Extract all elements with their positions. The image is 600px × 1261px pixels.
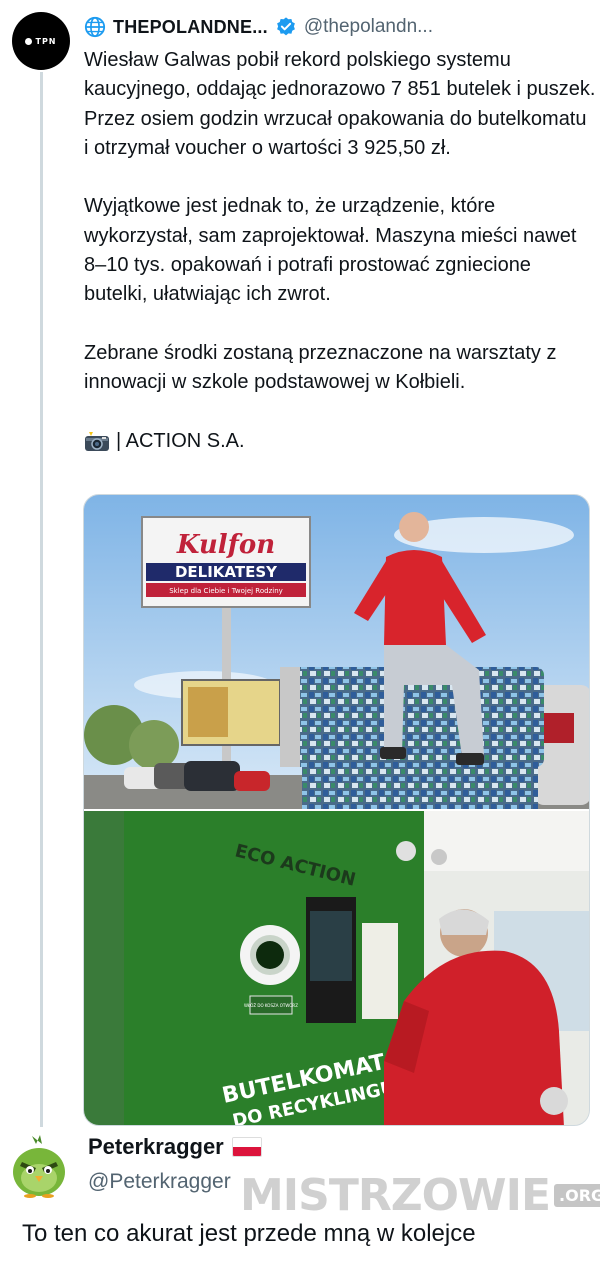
reply-text: To ten co akurat jest przede mną w kolej… <box>22 1220 476 1247</box>
watermark: MISTRZOWIE .ORG <box>240 1170 600 1221</box>
sign-brand: Kulfon <box>176 530 275 560</box>
tweet-header: THEPOLANDNE... @thepolandn... <box>84 14 433 40</box>
tweet-paragraph: Zebrane środki zostaną przeznaczone na w… <box>84 341 557 394</box>
sign-title: DELIKATESY <box>175 563 278 581</box>
reply-avatar-green-bird[interactable] <box>8 1132 70 1198</box>
reply-header: Peterkragger <box>88 1134 262 1160</box>
reply-author-handle[interactable]: @Peterkragger <box>88 1170 231 1194</box>
watermark-suffix: .ORG <box>554 1184 600 1207</box>
thread-line <box>40 72 43 1127</box>
tweet-text: Wiesław Galwas pobił rekord polskiego sy… <box>84 46 596 456</box>
author-avatar[interactable]: TPN <box>12 12 70 70</box>
credit-text: | ACTION S.A. <box>116 429 245 452</box>
tweet-paragraph: Wiesław Galwas pobił rekord polskiego sy… <box>84 49 596 159</box>
tpn-logo: TPN <box>25 37 56 46</box>
camera-flash-icon <box>85 431 109 451</box>
verified-badge-icon <box>276 17 295 36</box>
photo-man-on-bottle-bales[interactable]: Kulfon DELIKATESY Sklep dla Ciebie i Two… <box>84 495 590 809</box>
avatar-logo-text: TPN <box>35 36 57 46</box>
photo-butelkomat-machine[interactable]: ECO ACTION WŁÓŻ DO KOSZA OTWÓRZ BUTELKOM… <box>84 811 590 1126</box>
globe-icon <box>84 16 106 38</box>
slot-label: WŁÓŻ DO KOSZA OTWÓRZ <box>244 1003 298 1008</box>
reply-author-name[interactable]: Peterkragger <box>88 1134 224 1160</box>
poland-flag-icon <box>231 1137 262 1157</box>
photo-credit: | ACTION S.A. <box>84 427 596 456</box>
tweet-paragraph: Wyjątkowe jest jednak to, że urządzenie,… <box>84 195 577 306</box>
sign-subtitle: Sklep dla Ciebie i Twojej Rodziny <box>169 587 283 595</box>
watermark-text: MISTRZOWIE <box>240 1170 551 1221</box>
author-name[interactable]: THEPOLANDNE... <box>113 17 268 38</box>
tweet-media[interactable]: Kulfon DELIKATESY Sklep dla Ciebie i Two… <box>83 494 590 1126</box>
author-handle[interactable]: @thepolandn... <box>304 16 433 38</box>
